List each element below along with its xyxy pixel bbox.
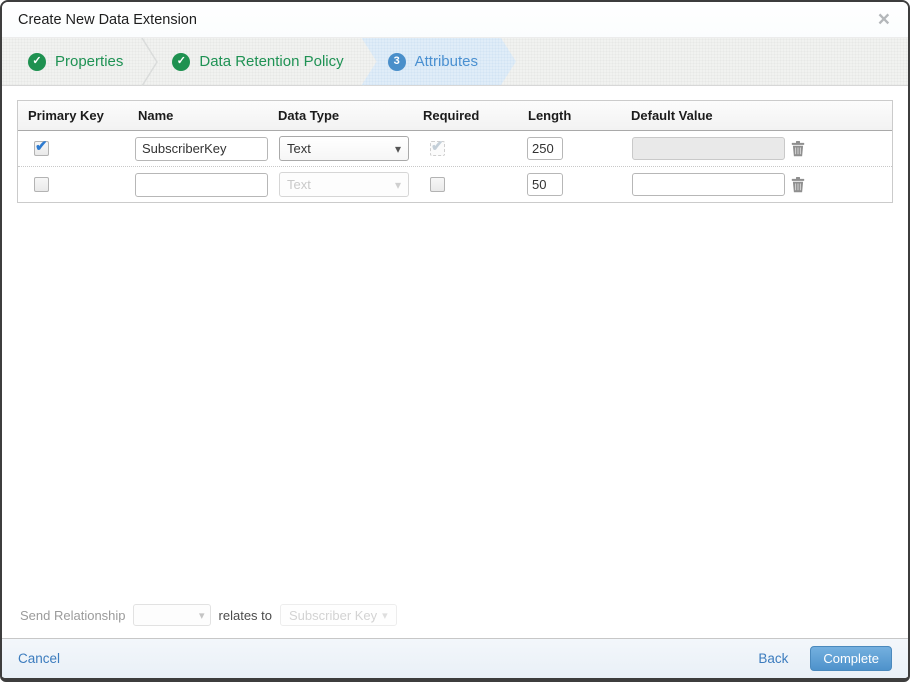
modal-footer: Cancel Back Complete [2,638,908,678]
default-value-input[interactable] [632,137,785,160]
wizard-steps: ✓ Properties ✓ Data Retention Policy 3 A… [2,38,908,86]
data-type-value: Text [287,177,311,192]
column-header-length: Length [528,108,572,123]
column-header-data-type: Data Type [278,108,340,123]
wizard-step-attributes[interactable]: 3 Attributes [362,38,516,85]
create-data-extension-modal: Create New Data Extension × ✓ Properties… [0,0,910,682]
delete-row-button[interactable] [791,140,805,157]
trash-icon [791,176,805,192]
attributes-table: Primary Key Name Data Type Required Leng… [17,100,893,203]
chevron-separator-icon [141,38,159,86]
chevron-down-icon: ▾ [394,177,401,192]
wizard-step-properties[interactable]: ✓ Properties [14,38,141,85]
data-type-select[interactable]: Text ▾ [279,136,409,161]
cancel-link[interactable]: Cancel [18,651,60,666]
wizard-step-label: Attributes [414,53,478,70]
name-input[interactable] [135,136,268,161]
length-input[interactable] [527,173,563,196]
column-header-required: Required [423,108,480,123]
complete-button[interactable]: Complete [810,646,892,671]
close-icon[interactable]: × [876,9,892,30]
length-input[interactable] [527,137,563,160]
name-input[interactable] [135,172,268,197]
data-type-value: Text [287,141,311,156]
title-bar: Create New Data Extension × [2,2,908,38]
page-title: Create New Data Extension [18,11,197,28]
back-link[interactable]: Back [758,651,788,666]
data-type-select[interactable]: Text ▾ [279,172,409,197]
default-value-input[interactable] [632,173,785,196]
primary-key-checkbox[interactable] [34,137,49,156]
wizard-step-label: Properties [55,53,124,70]
step-number-badge: 3 [388,53,406,71]
wizard-step-data-retention-policy[interactable]: ✓ Data Retention Policy [158,38,361,85]
trash-icon [791,140,805,156]
column-header-name: Name [138,108,174,123]
subscriber-key-value: Subscriber Key [289,607,378,623]
delete-row-button[interactable] [791,176,805,193]
send-relationship-row: Send Relationship ▾ relates to Subscribe… [2,598,908,632]
column-header-primary-key: Primary Key [28,108,104,123]
table-header-row: Primary Key Name Data Type Required Leng… [18,101,892,131]
send-relationship-select[interactable]: ▾ [132,604,211,626]
send-relationship-label: Send Relationship [20,607,126,623]
chevron-down-icon: ▾ [199,609,205,622]
check-circle-icon: ✓ [28,52,46,71]
primary-key-checkbox[interactable] [34,177,49,192]
wizard-step-label: Data Retention Policy [199,53,344,70]
required-checkbox[interactable] [430,177,445,192]
relates-to-label: relates to [218,607,273,623]
subscriber-key-select[interactable]: Subscriber Key ▾ [280,604,397,626]
check-circle-icon: ✓ [172,52,191,71]
table-row: Text ▾ [18,131,892,167]
chevron-down-icon: ▾ [382,609,388,622]
column-header-default-value: Default Value [631,108,713,123]
table-row: Text ▾ [18,167,892,202]
required-checkbox[interactable] [430,137,445,156]
chevron-down-icon: ▾ [394,141,401,156]
